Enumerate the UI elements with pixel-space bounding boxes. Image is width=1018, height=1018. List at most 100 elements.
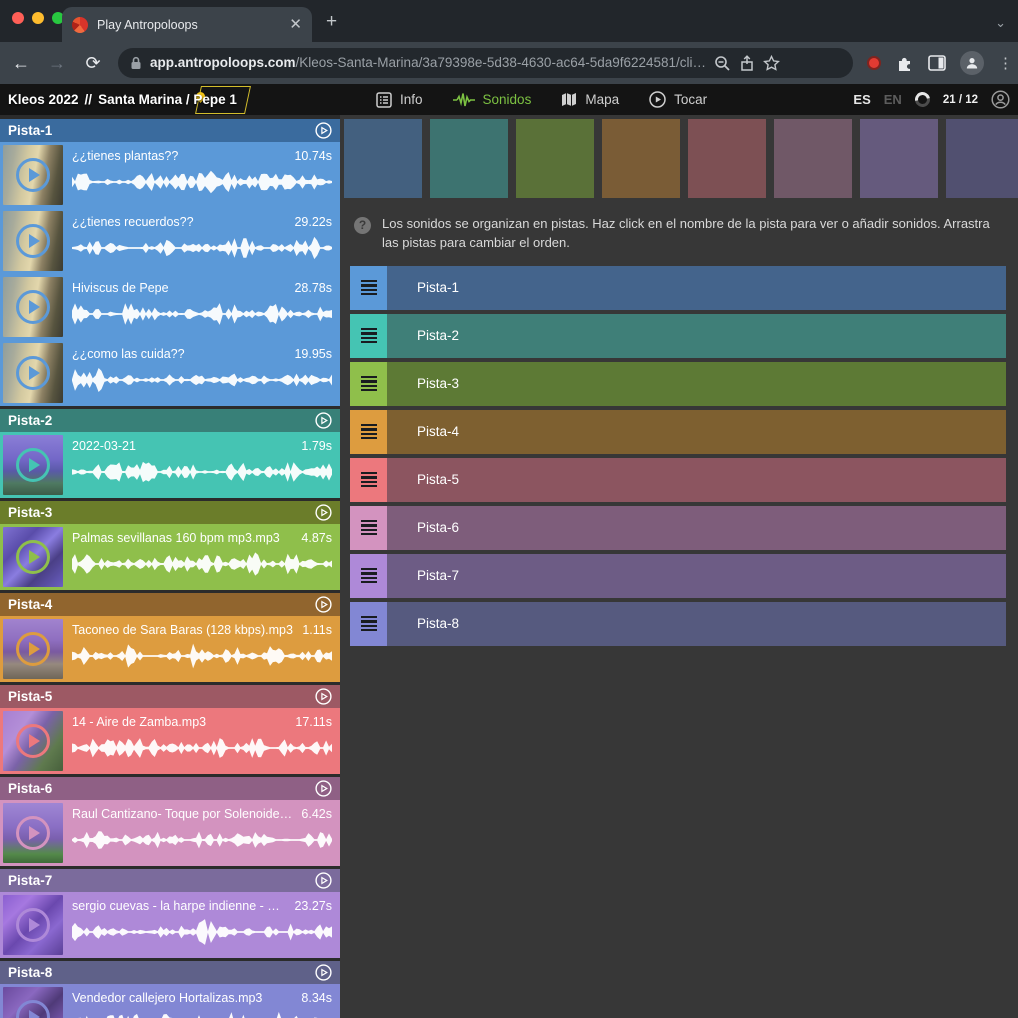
drag-handle[interactable] [350, 410, 387, 454]
sidebar-track-name[interactable]: Pista-8 [8, 965, 315, 980]
audio-clip[interactable]: ¿¿tienes plantas??10.74s [0, 142, 340, 208]
track-play-icon[interactable] [315, 596, 332, 613]
clip-waveform[interactable] [72, 299, 332, 329]
audio-clip[interactable]: sergio cuevas - la harpe indienne - 03 -… [0, 892, 340, 958]
track-row-body[interactable]: Pista-5 [387, 458, 1006, 502]
track-color-swatch[interactable] [774, 119, 852, 198]
clip-waveform[interactable] [72, 825, 332, 855]
browser-tab[interactable]: Play Antropoloops ✕ [62, 7, 312, 42]
track-row[interactable]: Pista-4 [350, 410, 1006, 454]
clip-thumbnail[interactable] [3, 711, 63, 771]
track-row[interactable]: Pista-3 [350, 362, 1006, 406]
track-row-body[interactable]: Pista-6 [387, 506, 1006, 550]
nav-tab-tocar[interactable]: Tocar [649, 91, 707, 108]
sidebar-track-name[interactable]: Pista-6 [8, 781, 315, 796]
extensions-puzzle-icon[interactable] [895, 54, 914, 73]
drag-handle[interactable] [350, 362, 387, 406]
nav-tab-sonidos[interactable]: Sonidos [453, 92, 532, 108]
reload-button[interactable]: ⟳ [82, 53, 104, 74]
clip-thumbnail[interactable] [3, 987, 63, 1018]
window-close-button[interactable] [12, 12, 24, 24]
tab-search-chevron-icon[interactable]: ⌄ [995, 15, 1006, 31]
side-panel-icon[interactable] [928, 55, 946, 71]
track-play-icon[interactable] [315, 872, 332, 889]
track-row-body[interactable]: Pista-4 [387, 410, 1006, 454]
track-color-swatch[interactable] [946, 119, 1018, 198]
sidebar-track-header[interactable]: Pista-8 [0, 961, 340, 984]
track-color-swatch[interactable] [344, 119, 422, 198]
browser-menu-kebab-icon[interactable]: ⋮ [998, 54, 1008, 72]
share-icon[interactable] [739, 55, 755, 72]
clip-thumbnail[interactable] [3, 343, 63, 403]
nav-tab-info[interactable]: Info [376, 92, 423, 108]
record-extension-icon[interactable] [867, 56, 881, 70]
zoom-icon[interactable] [714, 55, 731, 72]
sidebar-track-name[interactable]: Pista-7 [8, 873, 315, 888]
sidebar-track-header[interactable]: Pista-4 [0, 593, 340, 616]
track-color-swatch[interactable] [430, 119, 508, 198]
help-question-icon[interactable]: ? [354, 217, 371, 234]
sidebar-track-header[interactable]: Pista-7 [0, 869, 340, 892]
clip-thumbnail[interactable] [3, 277, 63, 337]
audio-clip[interactable]: Palmas sevillanas 160 bpm mp3.mp34.87s [0, 524, 340, 590]
audio-clip[interactable]: Vendedor callejero Hortalizas.mp38.34s [0, 984, 340, 1018]
track-color-swatch[interactable] [688, 119, 766, 198]
sidebar-track-name[interactable]: Pista-3 [8, 505, 315, 520]
sidebar-track-header[interactable]: Pista-6 [0, 777, 340, 800]
track-play-icon[interactable] [315, 504, 332, 521]
track-play-icon[interactable] [315, 964, 332, 981]
sidebar-track-header[interactable]: Pista-2 [0, 409, 340, 432]
sidebar-track-header[interactable]: Pista-5 [0, 685, 340, 708]
window-minimize-button[interactable] [32, 12, 44, 24]
clip-waveform[interactable] [72, 1009, 332, 1018]
new-tab-button[interactable]: + [326, 13, 337, 30]
track-row[interactable]: Pista-1 [350, 266, 1006, 310]
track-row-body[interactable]: Pista-1 [387, 266, 1006, 310]
address-bar[interactable]: app.antropoloops.com/Kleos-Santa-Marina/… [118, 48, 853, 78]
track-play-icon[interactable] [315, 780, 332, 797]
sidebar-track-name[interactable]: Pista-5 [8, 689, 315, 704]
track-row[interactable]: Pista-8 [350, 602, 1006, 646]
tab-close-icon[interactable]: ✕ [289, 17, 302, 32]
track-color-swatch[interactable] [860, 119, 938, 198]
sidebar-track-name[interactable]: Pista-4 [8, 597, 315, 612]
clip-thumbnail[interactable] [3, 527, 63, 587]
audio-clip[interactable]: Taconeo de Sara Baras (128 kbps).mp31.11… [0, 616, 340, 682]
sidebar-track-header[interactable]: Pista-3 [0, 501, 340, 524]
track-row-body[interactable]: Pista-2 [387, 314, 1006, 358]
sidebar-track-name[interactable]: Pista-2 [8, 413, 315, 428]
lang-toggle-es[interactable]: ES [853, 92, 870, 107]
clip-thumbnail[interactable] [3, 211, 63, 271]
clip-waveform[interactable] [72, 233, 332, 263]
account-icon[interactable] [991, 90, 1010, 109]
clip-thumbnail[interactable] [3, 895, 63, 955]
drag-handle[interactable] [350, 314, 387, 358]
clip-thumbnail[interactable] [3, 145, 63, 205]
nav-tab-mapa[interactable]: Mapa [561, 92, 619, 107]
track-row-body[interactable]: Pista-8 [387, 602, 1006, 646]
back-button[interactable]: ← [10, 53, 32, 74]
clip-waveform[interactable] [72, 365, 332, 395]
sidebar-track-header[interactable]: Pista-1 [0, 119, 340, 142]
drag-handle[interactable] [350, 554, 387, 598]
breadcrumb-project[interactable]: Kleos 2022 [8, 92, 79, 107]
map-thumbnail[interactable]: Kleos 2022//Santa Marina / Pepe 1 [0, 84, 340, 115]
audio-clip[interactable]: 2022-03-211.79s [0, 432, 340, 498]
track-row[interactable]: Pista-5 [350, 458, 1006, 502]
clip-waveform[interactable] [72, 733, 332, 763]
clip-thumbnail[interactable] [3, 435, 63, 495]
clip-waveform[interactable] [72, 917, 332, 947]
clip-waveform[interactable] [72, 641, 332, 671]
lang-toggle-en[interactable]: EN [884, 92, 902, 107]
track-row-body[interactable]: Pista-7 [387, 554, 1006, 598]
audio-clip[interactable]: Hiviscus de Pepe28.78s [0, 274, 340, 340]
sidebar-track-name[interactable]: Pista-1 [8, 123, 315, 138]
clip-waveform[interactable] [72, 457, 332, 487]
track-row[interactable]: Pista-7 [350, 554, 1006, 598]
track-row[interactable]: Pista-2 [350, 314, 1006, 358]
track-play-icon[interactable] [315, 122, 332, 139]
drag-handle[interactable] [350, 458, 387, 502]
track-color-swatch[interactable] [516, 119, 594, 198]
drag-handle[interactable] [350, 506, 387, 550]
clip-waveform[interactable] [72, 549, 332, 579]
